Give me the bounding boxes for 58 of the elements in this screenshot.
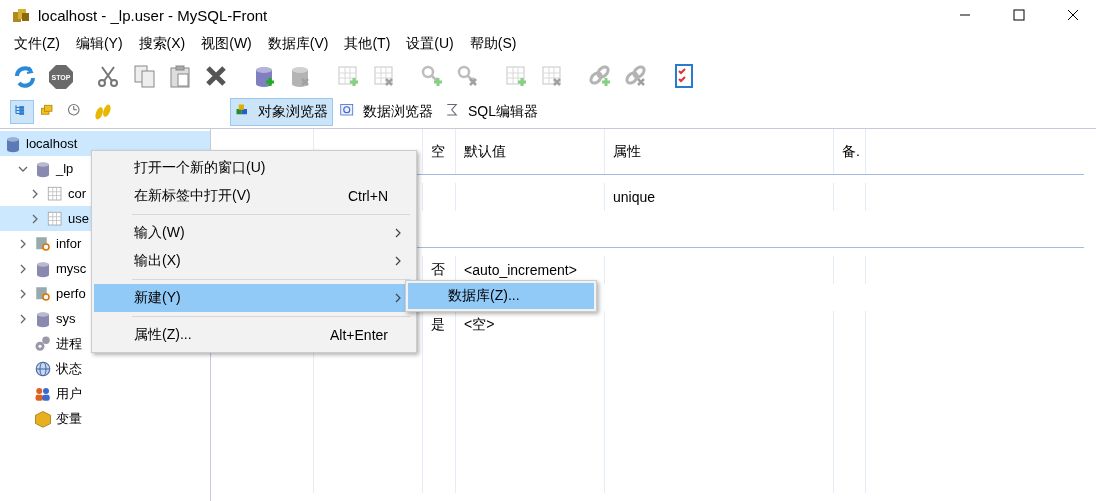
menu-item[interactable]: 输入(W) (94, 219, 414, 247)
table-cell: <空> (464, 316, 495, 334)
refresh-icon (12, 64, 38, 90)
maximize-icon (1013, 9, 1025, 21)
chevron-right-icon[interactable] (18, 263, 28, 274)
tree-item[interactable]: 状态 (0, 356, 82, 381)
view-button[interactable] (10, 100, 34, 124)
tree-item[interactable]: perfo (0, 281, 86, 306)
tree-item[interactable]: cor (0, 181, 87, 206)
tree-item[interactable]: 用户 (0, 381, 82, 406)
window-title: localhost - _lp.user - MySQL-Front (38, 6, 269, 24)
menu-item[interactable]: 输出(X) (94, 247, 414, 275)
tab[interactable]: 数据浏览器 (335, 98, 438, 126)
database-icon (34, 259, 52, 278)
table-icon (46, 209, 64, 228)
table-cell: 是 (431, 316, 445, 334)
tree-item[interactable]: sys (0, 306, 76, 331)
chevron-right-icon[interactable] (18, 238, 28, 249)
menu-item[interactable]: 在新标签中打开(V) Ctrl+N (94, 182, 414, 210)
tab[interactable]: 对象浏览器 (230, 98, 333, 126)
menu-item[interactable]: 编辑(Y) (67, 35, 131, 53)
copy-icon (132, 64, 158, 90)
menu-item[interactable]: 文件(Z) (6, 35, 68, 53)
menu-item[interactable]: 数据库(V) (259, 35, 337, 53)
app-icon (12, 7, 30, 23)
menu-item[interactable]: 搜索(X) (130, 35, 194, 53)
menu-item[interactable]: 视图(W) (193, 35, 260, 53)
column-header[interactable]: 空 (431, 142, 445, 161)
chevron-right-icon[interactable] (30, 213, 40, 224)
column-header[interactable]: 备. (842, 142, 860, 161)
chevron-right-icon[interactable] (18, 288, 28, 299)
close-icon (1067, 9, 1079, 21)
menu-item[interactable]: 设置(U) (398, 35, 462, 53)
tree-item[interactable]: mysc (0, 256, 87, 281)
database-icon (4, 134, 22, 153)
menu-item[interactable]: 其他(T) (336, 35, 399, 53)
tree-item[interactable]: infor (0, 231, 82, 256)
table-cell: 否 (431, 261, 445, 279)
chevron-right-icon[interactable] (18, 313, 28, 324)
column-header[interactable]: 属性 (613, 142, 641, 161)
tree-item[interactable]: 变量 (0, 406, 82, 431)
globe-icon (34, 359, 52, 378)
table-icon (46, 184, 64, 203)
table-cell: unique (613, 189, 656, 205)
database-icon (34, 159, 52, 178)
box-icon (34, 409, 52, 428)
database-icon (34, 309, 52, 328)
tree-item[interactable]: _lp (0, 156, 74, 181)
chevron-right-icon[interactable] (30, 188, 40, 199)
menu-item[interactable]: 打开一个新的窗口(U) (94, 154, 414, 182)
menu-item[interactable]: 属性(Z)... Alt+Enter (94, 321, 414, 349)
tree-item[interactable]: 进程 (0, 331, 82, 356)
menu-item[interactable]: 帮助(S) (461, 35, 525, 53)
menu-item[interactable]: 数据库(Z)... (408, 283, 594, 309)
footprints-icon (94, 103, 112, 121)
table-cell: <auto_increment> (464, 262, 577, 278)
column-header[interactable]: 默认值 (464, 142, 506, 161)
tab[interactable]: SQL编辑器 (440, 98, 543, 126)
